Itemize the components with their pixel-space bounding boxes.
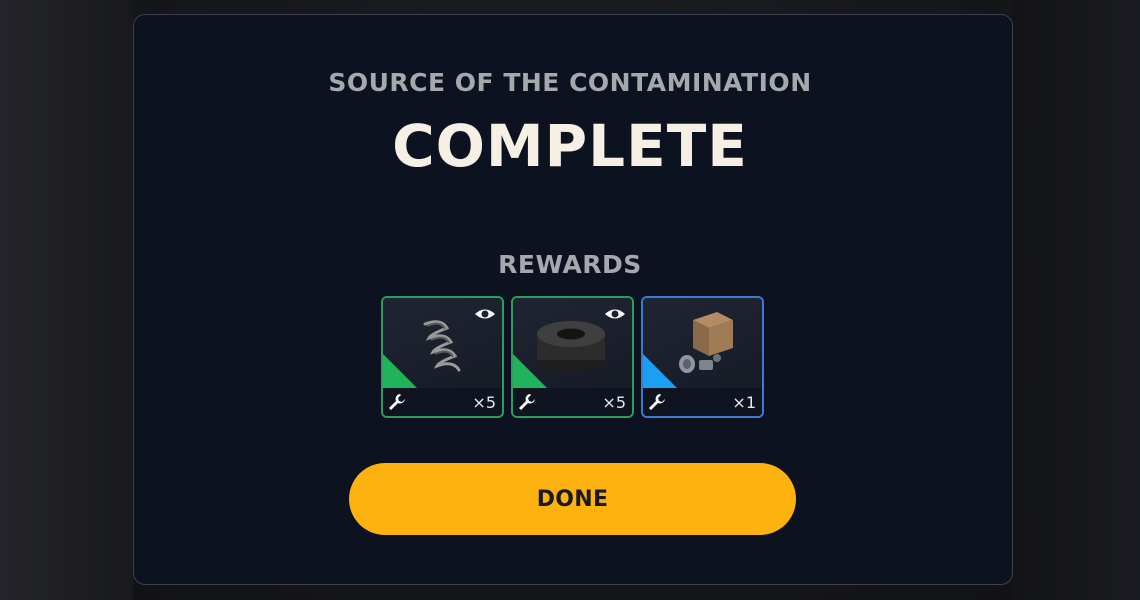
rewards-heading: REWARDS (498, 250, 642, 279)
reward-footer: ×1 (643, 388, 762, 416)
rarity-indicator (513, 354, 547, 388)
reward-item-crate[interactable]: ×1 (641, 296, 764, 418)
reward-item-rubber-ring[interactable]: ×5 (511, 296, 634, 418)
reward-quantity: ×5 (472, 393, 496, 412)
reward-item-spring[interactable]: ×5 (381, 296, 504, 418)
reward-quantity: ×1 (732, 393, 756, 412)
mission-name: SOURCE OF THE CONTAMINATION (328, 68, 812, 97)
wrench-icon (519, 394, 535, 410)
wrench-icon (389, 394, 405, 410)
eye-icon[interactable] (474, 306, 496, 322)
wrench-icon (649, 394, 665, 410)
reward-footer: ×5 (513, 388, 632, 416)
eye-icon[interactable] (604, 306, 626, 322)
reward-footer: ×5 (383, 388, 502, 416)
rarity-indicator (383, 354, 417, 388)
reward-quantity: ×5 (602, 393, 626, 412)
rarity-indicator (643, 354, 677, 388)
completion-title: COMPLETE (392, 112, 748, 180)
done-button[interactable]: DONE (349, 463, 796, 535)
